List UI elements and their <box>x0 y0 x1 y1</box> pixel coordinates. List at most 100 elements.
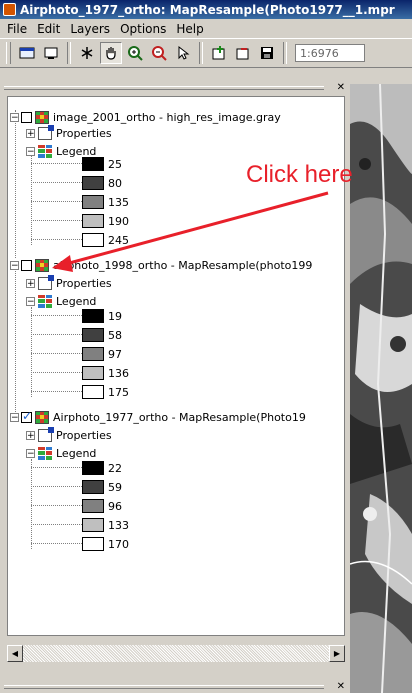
properties-label[interactable]: Properties <box>56 277 112 290</box>
legend-value: 59 <box>108 480 122 494</box>
tree-line <box>31 155 32 245</box>
legend-entry: 190 <box>82 213 129 229</box>
zoom-in-icon[interactable] <box>124 42 146 64</box>
layer-name[interactable]: airphoto_1998_ortho - MapResample(photo1… <box>53 259 312 272</box>
legend-value: 80 <box>108 176 122 190</box>
raster-layer-icon <box>35 110 49 124</box>
tree-line <box>31 315 82 316</box>
scroll-right-icon[interactable]: ▶ <box>329 645 345 662</box>
layers-panel-header: ✕ <box>4 83 346 93</box>
expand-toggle[interactable]: + <box>26 278 35 288</box>
collapse-toggle[interactable]: − <box>10 112 19 122</box>
add-layer-icon[interactable] <box>208 42 230 64</box>
collapse-toggle[interactable]: − <box>26 146 35 156</box>
select-arrow-icon[interactable] <box>172 42 194 64</box>
menu-bar: File Edit Layers Options Help <box>0 19 412 38</box>
collapse-toggle[interactable]: − <box>10 260 19 270</box>
menu-options[interactable]: Options <box>115 22 171 36</box>
legend-swatch <box>82 480 104 494</box>
layer-visibility-checkbox[interactable] <box>21 111 32 123</box>
properties-node[interactable]: + Properties <box>26 426 112 443</box>
legend-value: 175 <box>108 385 129 399</box>
menu-file[interactable]: File <box>2 22 32 36</box>
menu-help[interactable]: Help <box>171 22 208 36</box>
scroll-left-icon[interactable]: ◀ <box>7 645 23 662</box>
legend-entry: 22 <box>82 460 122 476</box>
legend-entry: 97 <box>82 346 122 362</box>
overview-icon[interactable] <box>40 42 62 64</box>
legend-value: 25 <box>108 157 122 171</box>
close-icon[interactable]: ✕ <box>337 83 345 93</box>
properties-label[interactable]: Properties <box>56 127 112 140</box>
properties-icon <box>38 274 54 290</box>
legend-label[interactable]: Legend <box>56 295 96 308</box>
legend-swatch <box>82 537 104 551</box>
pointer-star-icon[interactable] <box>76 42 98 64</box>
zoom-out-icon[interactable] <box>148 42 170 64</box>
legend-value: 97 <box>108 347 122 361</box>
collapse-toggle[interactable]: − <box>26 296 35 306</box>
legend-entry: 175 <box>82 384 129 400</box>
map-window-icon[interactable] <box>16 42 38 64</box>
tree-line <box>31 459 32 549</box>
menu-layers[interactable]: Layers <box>65 22 115 36</box>
layer-row-image-2001[interactable]: − image_2001_ortho - high_res_image.gray <box>10 109 281 125</box>
legend-swatch <box>82 176 104 190</box>
menu-edit[interactable]: Edit <box>32 22 65 36</box>
expand-toggle[interactable]: + <box>26 128 35 138</box>
close-icon[interactable]: ✕ <box>337 682 345 692</box>
legend-node[interactable]: − Legend <box>26 293 96 309</box>
legend-entry: 80 <box>82 175 122 191</box>
layer-name[interactable]: image_2001_ortho - high_res_image.gray <box>53 111 281 124</box>
legend-swatch <box>82 309 104 323</box>
layer-row-airphoto-1998[interactable]: − airphoto_1998_ortho - MapResample(phot… <box>10 257 312 273</box>
properties-icon <box>38 124 54 140</box>
tree-line <box>31 220 82 221</box>
tree-line <box>15 262 16 412</box>
legend-value: 136 <box>108 366 129 380</box>
legend-swatch <box>82 385 104 399</box>
panel-grip[interactable] <box>4 685 324 689</box>
layer-row-airphoto-1977[interactable]: − Airphoto_1977_ortho - MapResample(Phot… <box>10 409 306 425</box>
expand-toggle[interactable]: + <box>26 430 35 440</box>
collapse-toggle[interactable]: − <box>10 412 19 422</box>
save-icon[interactable] <box>256 42 278 64</box>
map-view[interactable] <box>350 84 412 693</box>
tree-line <box>31 182 82 183</box>
legend-entry: 59 <box>82 479 122 495</box>
legend-swatch <box>82 461 104 475</box>
toolbar-grip[interactable] <box>6 42 11 64</box>
tree-line <box>31 467 82 468</box>
layer-name[interactable]: Airphoto_1977_ortho - MapResample(Photo1… <box>53 411 306 424</box>
remove-layer-icon[interactable] <box>232 42 254 64</box>
properties-label[interactable]: Properties <box>56 429 112 442</box>
collapse-toggle[interactable]: − <box>26 448 35 458</box>
legend-entry: 19 <box>82 308 122 324</box>
toolbar-separator <box>199 42 203 64</box>
legend-swatch <box>82 347 104 361</box>
layer-visibility-checkbox[interactable] <box>21 259 32 271</box>
legend-icon <box>38 446 52 460</box>
legend-icon <box>38 294 52 308</box>
layer-visibility-checkbox[interactable] <box>21 409 32 423</box>
scale-field[interactable]: 1:6976 <box>295 44 365 62</box>
app-icon <box>3 3 16 16</box>
raster-layer-icon <box>35 258 49 272</box>
legend-value: 135 <box>108 195 129 209</box>
tree-line <box>31 163 82 164</box>
legend-node[interactable]: − Legend <box>26 445 96 461</box>
toolbar: 1:6976 <box>0 38 412 68</box>
pan-hand-icon[interactable] <box>100 42 122 64</box>
scrollbar-track[interactable] <box>23 645 329 662</box>
properties-node[interactable]: + Properties <box>26 124 112 141</box>
panel-grip[interactable] <box>4 86 324 90</box>
horizontal-scrollbar[interactable]: ◀ ▶ <box>7 645 345 662</box>
legend-label[interactable]: Legend <box>56 447 96 460</box>
legend-swatch <box>82 195 104 209</box>
legend-entry: 96 <box>82 498 122 514</box>
aerial-photo-image <box>350 84 412 693</box>
legend-swatch <box>82 518 104 532</box>
properties-node[interactable]: + Properties <box>26 274 112 291</box>
legend-entry: 170 <box>82 536 129 552</box>
legend-value: 58 <box>108 328 122 342</box>
